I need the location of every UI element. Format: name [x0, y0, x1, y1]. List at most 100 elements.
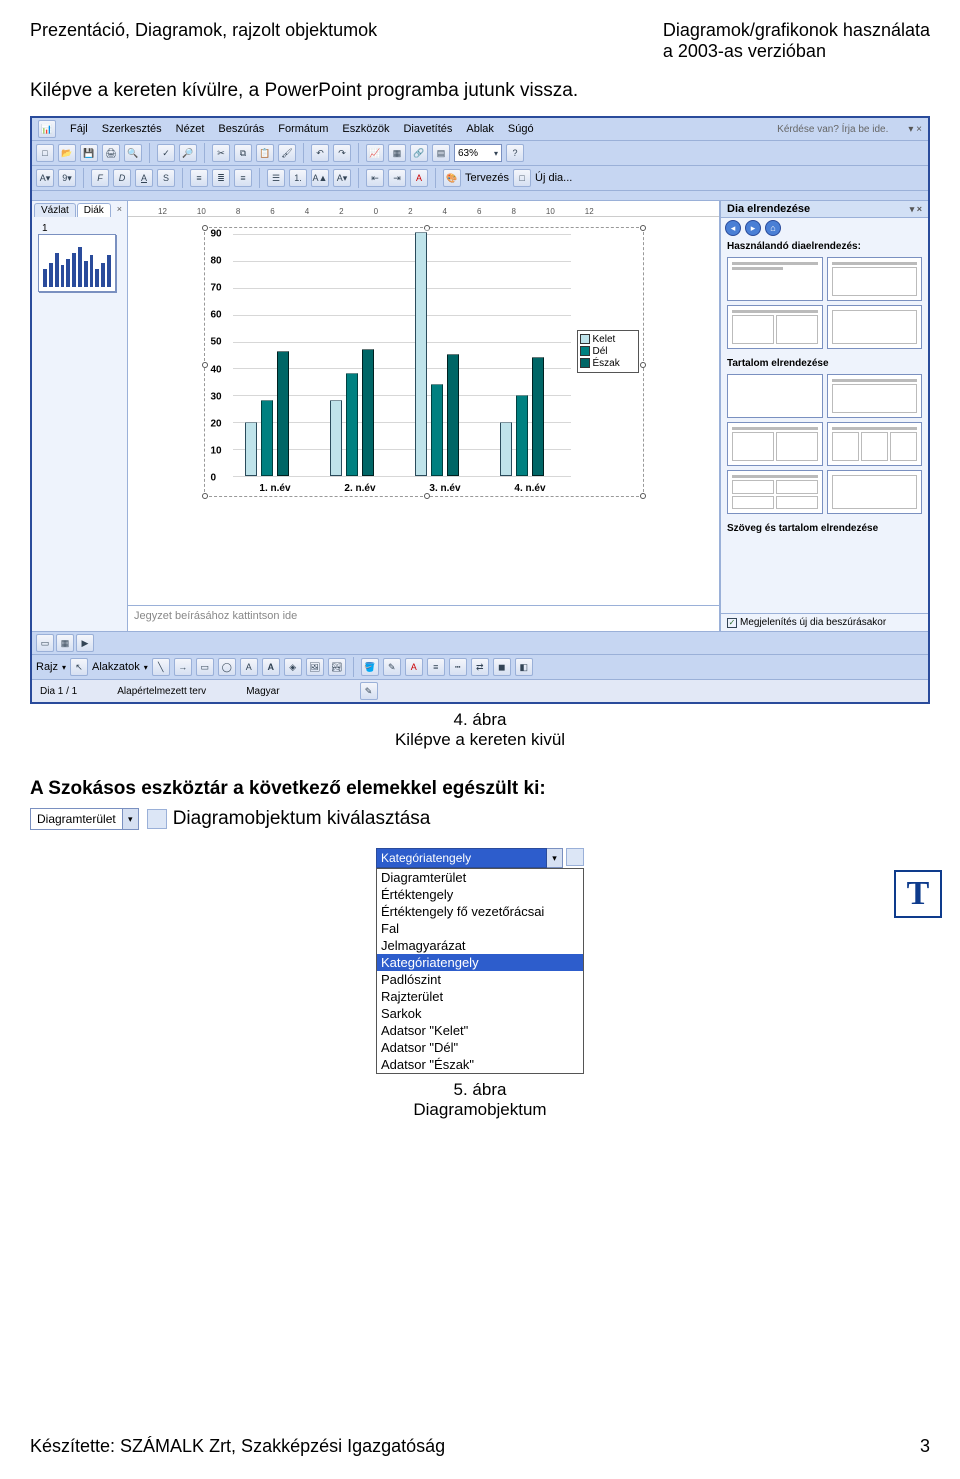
slide-thumbnail[interactable]: 1: [38, 223, 121, 292]
menu-insert[interactable]: Beszúrás: [218, 123, 264, 135]
dropdown-item[interactable]: Adatsor "Dél": [377, 1039, 583, 1056]
save-icon[interactable]: 💾: [80, 144, 98, 162]
dropdown-selected[interactable]: Kategóriatengely: [376, 848, 547, 868]
menu-help[interactable]: Súgó: [508, 123, 534, 135]
layout-item[interactable]: [727, 305, 823, 349]
layout-item[interactable]: [827, 470, 923, 514]
menu-file[interactable]: Fájl: [70, 123, 88, 135]
chart-area-combo[interactable]: Diagramterület ▾: [30, 808, 139, 830]
notes-box[interactable]: Jegyzet beírásához kattintson ide: [128, 605, 719, 631]
redo-icon[interactable]: ↷: [333, 144, 351, 162]
tab-outline[interactable]: Vázlat: [34, 203, 76, 217]
nav-back-icon[interactable]: ◂: [725, 220, 741, 236]
help-question-box[interactable]: Kérdése van? Írja be ide.: [777, 124, 888, 135]
indent-dec-icon[interactable]: ⇤: [366, 169, 384, 187]
design-label[interactable]: Tervezés: [465, 172, 509, 184]
dropdown-item[interactable]: Kategóriatengely: [377, 954, 583, 971]
align-left-icon[interactable]: ≡: [190, 169, 208, 187]
menu-edit[interactable]: Szerkesztés: [102, 123, 162, 135]
print-icon[interactable]: 🖨: [102, 144, 120, 162]
dropdown-item[interactable]: Diagramterület: [377, 869, 583, 886]
align-center-icon[interactable]: ≣: [212, 169, 230, 187]
draw-menu[interactable]: Rajz: [36, 661, 58, 673]
numbering-icon[interactable]: 1.: [289, 169, 307, 187]
dropdown-item[interactable]: Adatsor "Kelet": [377, 1022, 583, 1039]
dropdown-item[interactable]: Sarkok: [377, 1005, 583, 1022]
layout-item[interactable]: [727, 257, 823, 301]
new-slide-label[interactable]: Új dia...: [535, 172, 572, 184]
autoshapes-menu[interactable]: Alakzatok: [92, 661, 140, 673]
increase-font-icon[interactable]: A▲: [311, 169, 329, 187]
chart-object[interactable]: 0102030405060708090 1. n.év2. n.év3. n.é…: [204, 227, 644, 497]
formatpaint-icon[interactable]: 🖌: [278, 144, 296, 162]
format-object-icon[interactable]: [147, 809, 167, 829]
table-icon[interactable]: ▦: [388, 144, 406, 162]
hyperlink-icon[interactable]: 🔗: [410, 144, 428, 162]
rectangle-icon[interactable]: ▭: [196, 658, 214, 676]
diagram-icon[interactable]: ◈: [284, 658, 302, 676]
chevron-down-icon[interactable]: ▾: [122, 809, 138, 829]
layout-item[interactable]: [827, 422, 923, 466]
menu-view[interactable]: Nézet: [176, 123, 205, 135]
line-color-icon[interactable]: ✎: [383, 658, 401, 676]
dropdown-item[interactable]: Adatsor "Észak": [377, 1056, 583, 1073]
layout-item[interactable]: [827, 257, 923, 301]
menu-window[interactable]: Ablak: [466, 123, 494, 135]
bold-icon[interactable]: F: [91, 169, 109, 187]
paste-icon[interactable]: 📋: [256, 144, 274, 162]
menu-slideshow[interactable]: Diavetítés: [403, 123, 452, 135]
nav-fwd-icon[interactable]: ▸: [745, 220, 761, 236]
font-combo-icon[interactable]: A▾: [36, 169, 54, 187]
wordart-icon[interactable]: 𝐀: [262, 658, 280, 676]
dropdown-item[interactable]: Fal: [377, 920, 583, 937]
layout-item[interactable]: [827, 374, 923, 418]
fill-color-icon[interactable]: 🪣: [361, 658, 379, 676]
taskpane-dropdown-icon[interactable]: ▾ ×: [910, 204, 922, 215]
new-icon[interactable]: □: [36, 144, 54, 162]
chevron-down-icon[interactable]: ▾: [547, 848, 563, 868]
preview-icon[interactable]: 🔍: [124, 144, 142, 162]
picture-icon[interactable]: 🏞: [328, 658, 346, 676]
select-icon[interactable]: ↖: [70, 658, 88, 676]
dropdown-item[interactable]: Értéktengely: [377, 886, 583, 903]
menu-format[interactable]: Formátum: [278, 123, 328, 135]
dropdown-item[interactable]: Padlószint: [377, 971, 583, 988]
line-icon[interactable]: ╲: [152, 658, 170, 676]
textbox-icon[interactable]: A: [240, 658, 258, 676]
help-icon[interactable]: ?: [506, 144, 524, 162]
indent-inc-icon[interactable]: ⇥: [388, 169, 406, 187]
dropdown-item[interactable]: Rajzterület: [377, 988, 583, 1005]
close-icon[interactable]: ×: [114, 203, 125, 217]
slide-canvas[interactable]: 0102030405060708090 1. n.év2. n.év3. n.é…: [128, 217, 719, 605]
copy-icon[interactable]: ⧉: [234, 144, 252, 162]
layout-item[interactable]: [727, 422, 823, 466]
spellcheck-icon[interactable]: ✓: [157, 144, 175, 162]
nav-home-icon[interactable]: ⌂: [765, 220, 781, 236]
arrow-icon[interactable]: →: [174, 658, 192, 676]
size-combo-icon[interactable]: 9▾: [58, 169, 76, 187]
dropdown-list[interactable]: DiagramterületÉrtéktengelyÉrtéktengely f…: [376, 868, 584, 1074]
new-slide-icon[interactable]: □: [513, 169, 531, 187]
design-button[interactable]: 🎨: [443, 169, 461, 187]
clipart-icon[interactable]: 🖼: [306, 658, 324, 676]
tables-borders-icon[interactable]: ▤: [432, 144, 450, 162]
sorter-view-icon[interactable]: ▦: [56, 634, 74, 652]
dropdown-item[interactable]: Jelmagyarázat: [377, 937, 583, 954]
layout-item[interactable]: [727, 470, 823, 514]
dropdown-item[interactable]: Értéktengely fő vezetőrácsai: [377, 903, 583, 920]
decrease-font-icon[interactable]: A▾: [333, 169, 351, 187]
undo-icon[interactable]: ↶: [311, 144, 329, 162]
arrow-style-icon[interactable]: ⇄: [471, 658, 489, 676]
font-color-icon[interactable]: A: [410, 169, 428, 187]
layout-item[interactable]: [827, 305, 923, 349]
shadow-icon[interactable]: S: [157, 169, 175, 187]
open-icon[interactable]: 📂: [58, 144, 76, 162]
line-style-icon[interactable]: ≡: [427, 658, 445, 676]
oval-icon[interactable]: ◯: [218, 658, 236, 676]
shadow-style-icon[interactable]: ◼: [493, 658, 511, 676]
slideshow-view-icon[interactable]: ▶: [76, 634, 94, 652]
research-icon[interactable]: 🔎: [179, 144, 197, 162]
align-right-icon[interactable]: ≡: [234, 169, 252, 187]
format-icon[interactable]: [566, 848, 584, 866]
layout-item[interactable]: [727, 374, 823, 418]
